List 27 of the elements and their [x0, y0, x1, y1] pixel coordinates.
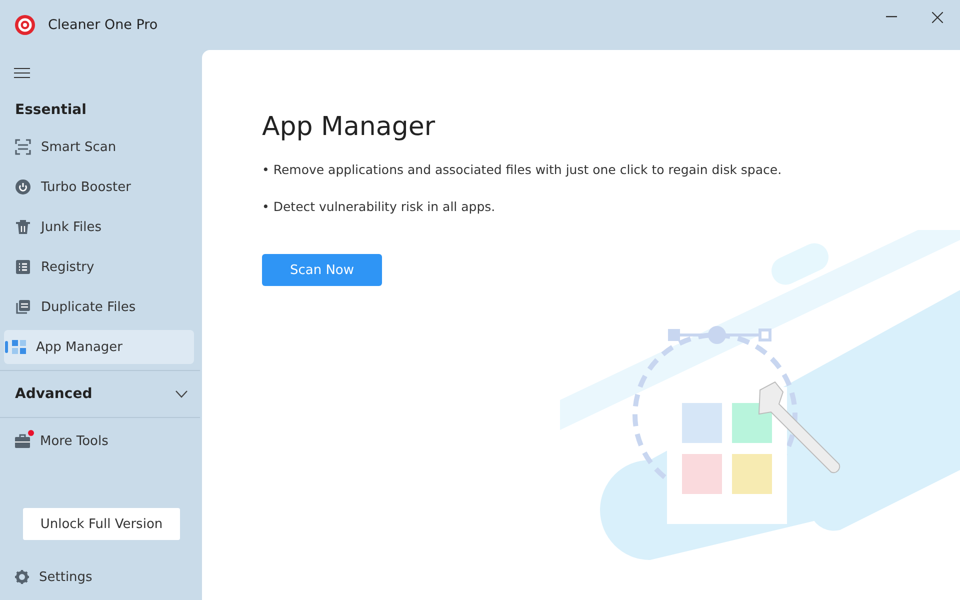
sidebar-item[interactable]: Duplicate Files [4, 290, 194, 324]
scan-icon [15, 139, 31, 155]
sidebar-item[interactable]: Junk Files [4, 210, 194, 244]
toolbox-icon [15, 434, 30, 448]
settings-link[interactable]: Settings [0, 566, 202, 588]
sidebar-item[interactable]: Registry [4, 250, 194, 284]
close-icon [932, 12, 942, 22]
section-heading: Essential [14, 101, 88, 120]
power-icon [15, 179, 31, 195]
window-title: Cleaner One Pro [48, 17, 158, 33]
list-icon [15, 259, 31, 275]
sidebar-item[interactable]: App Manager [4, 330, 194, 364]
sidebar-item[interactable]: Smart Scan [4, 130, 194, 164]
page-title: App Manager [262, 112, 436, 142]
gear-icon [15, 570, 29, 584]
sidebar-item[interactable]: More Tools [4, 424, 194, 458]
minimize-icon [886, 16, 896, 18]
sidebar-item[interactable]: Turbo Booster [4, 170, 194, 204]
feature-bullet: • Remove applications and associated files with just one click to regain disk space. [262, 162, 782, 177]
app-grid-icon [12, 340, 26, 354]
duplicate-icon [15, 299, 31, 315]
advanced-section-toggle[interactable]: Advanced [0, 371, 202, 417]
unlock-button[interactable]: Unlock Full Version [23, 508, 180, 540]
app-logo-icon [14, 14, 36, 36]
feature-bullet: • Detect vulnerability risk in all apps. [262, 199, 496, 214]
chevron-icon [175, 390, 188, 398]
trash-icon [15, 219, 31, 235]
